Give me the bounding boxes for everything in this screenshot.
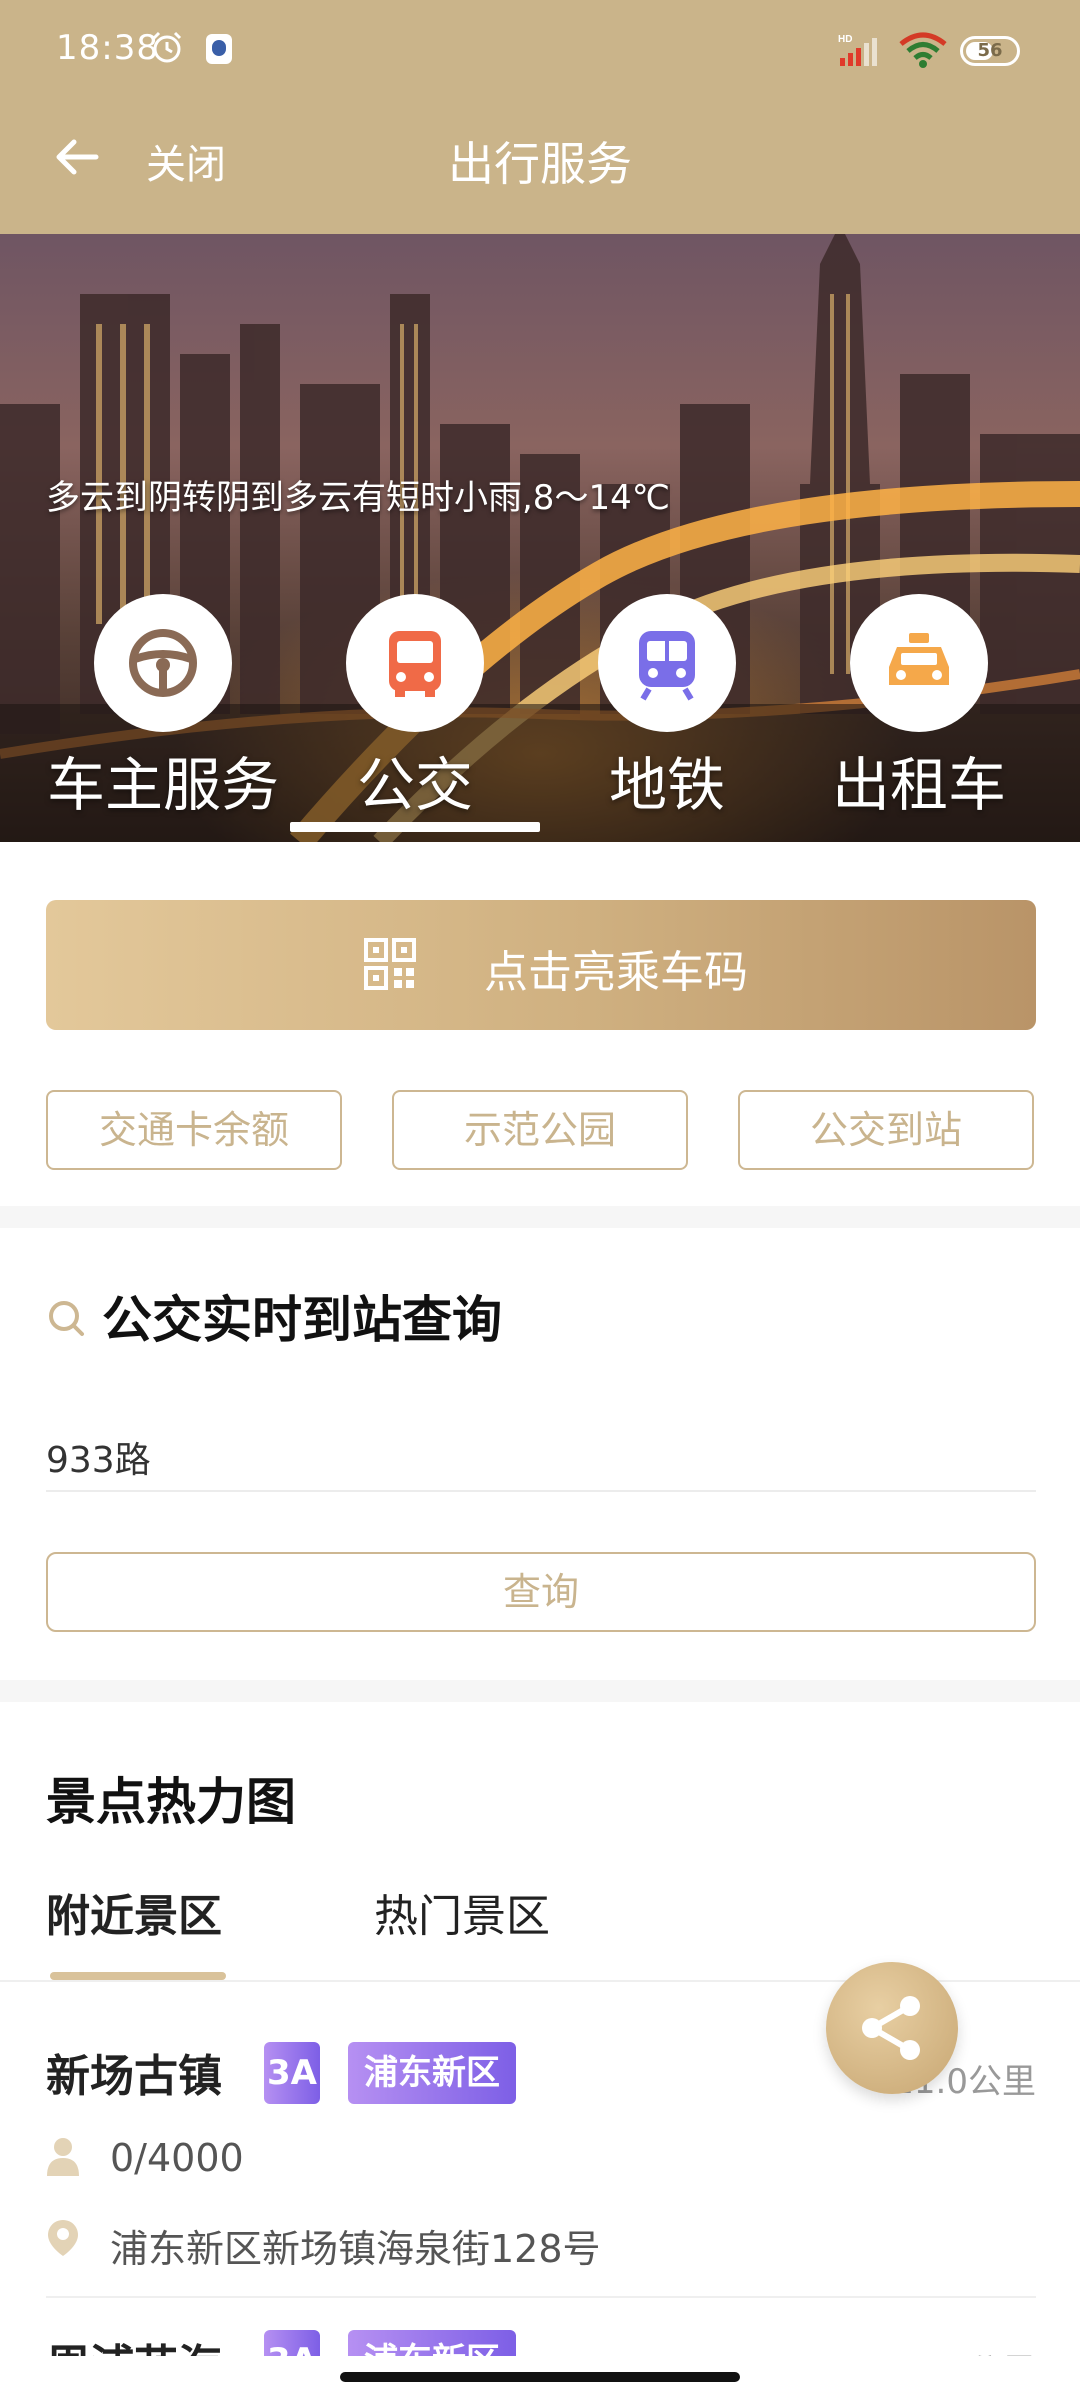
ride-code-button[interactable]: 点击亮乘车码 (46, 900, 1036, 1030)
network-label: HD (838, 34, 852, 45)
category-metro[interactable]: 地铁 (542, 594, 792, 822)
category-taxi[interactable]: 出租车 (794, 594, 1044, 822)
metro-icon (639, 631, 695, 701)
status-bar: 18:38 HD 56 (0, 0, 1080, 104)
address-text: 浦东新区新场镇海泉街128号 (110, 2227, 601, 2271)
share-button[interactable] (826, 1962, 958, 2094)
person-icon (47, 2138, 79, 2176)
active-category-indicator (290, 822, 540, 832)
category-label: 公交 (356, 751, 473, 819)
category-label: 地铁 (608, 751, 725, 819)
top-bar: 18:38 HD 56 关闭 出行服务 (0, 0, 1080, 234)
category-label: 出租车 (831, 751, 1006, 819)
battery-icon: 56 (960, 36, 1020, 66)
status-time: 18:38 (56, 28, 159, 68)
demo-park-button[interactable]: 示范公园 (392, 1090, 688, 1170)
home-indicator[interactable] (340, 2372, 740, 2382)
location-pin-icon (48, 2220, 78, 2256)
app-header: 关闭 出行服务 (0, 104, 1080, 234)
category-car-owner[interactable]: 车主服务 (38, 594, 288, 822)
page-title: 出行服务 (448, 137, 632, 191)
category-label: 车主服务 (46, 751, 279, 819)
bus-icon (389, 631, 441, 697)
share-icon (862, 1996, 920, 2060)
qr-code-icon (364, 938, 416, 990)
list-divider (46, 2296, 1036, 2298)
scenic-heatmap-title: 景点热力图 (46, 1773, 296, 1831)
bus-route-input[interactable] (46, 1424, 1036, 1492)
search-icon (49, 1301, 84, 1336)
realtime-query-title: 公交实时到站查询 (102, 1291, 502, 1349)
tab-nearby-scenic[interactable]: 附近景区 (46, 1880, 222, 1944)
cellular-signal-icon: HD (838, 34, 877, 66)
ride-code-label: 点击亮乘车码 (484, 947, 748, 998)
active-tab-indicator (50, 1972, 226, 1980)
taxi-icon (889, 633, 949, 685)
query-button[interactable]: 查询 (46, 1552, 1036, 1632)
weather-text: 多云到阴转阴到多云有短时小雨,8～14℃ (46, 478, 670, 518)
hero-banner: 多云到阴转阴到多云有短时小雨,8～14℃ 车主服务 公交 地铁 出租车 (0, 234, 1080, 842)
bus-arrival-button[interactable]: 公交到站 (738, 1090, 1034, 1170)
battery-level: 56 (977, 40, 1003, 61)
alarm-icon (152, 31, 182, 63)
section-divider (0, 1206, 1080, 1228)
scenic-spot-name[interactable]: 新场古镇 (46, 2040, 222, 2104)
visitor-count: 0/4000 (110, 2136, 244, 2180)
card-balance-button[interactable]: 交通卡余额 (46, 1090, 342, 1170)
app-notification-icon (206, 34, 232, 64)
steering-wheel-icon (129, 629, 197, 697)
section-divider (0, 1680, 1080, 1702)
category-bus[interactable]: 公交 (290, 594, 540, 822)
tab-popular-scenic[interactable]: 热门景区 (374, 1880, 550, 1944)
level-badge: 3A (264, 2042, 320, 2104)
wifi-icon (899, 32, 947, 68)
district-badge: 浦东新区 (348, 2042, 516, 2104)
